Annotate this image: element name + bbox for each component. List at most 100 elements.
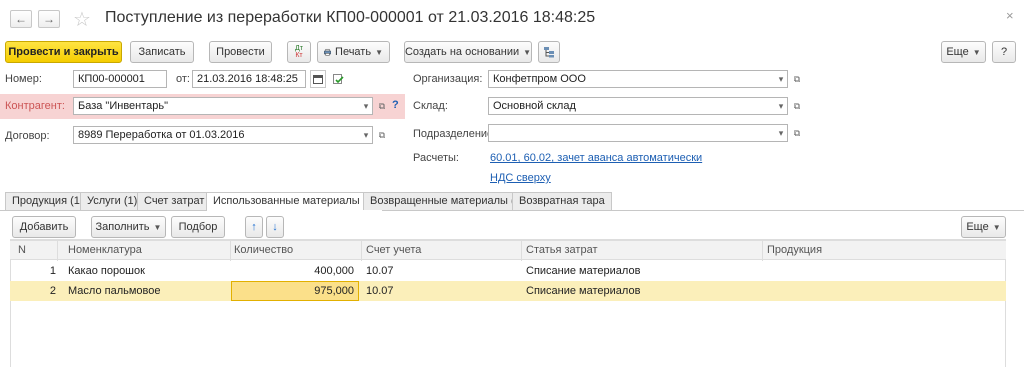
fill-button[interactable]: Заполнить ▼ <box>91 216 166 238</box>
tab-returned-materials[interactable]: Возвращенные материалы (1) <box>363 192 532 210</box>
row-account: 10.07 <box>366 265 394 277</box>
chevron-down-icon: ▼ <box>972 47 981 57</box>
move-up-button[interactable]: ↑ <box>245 216 263 238</box>
close-icon[interactable]: × <box>1006 8 1014 23</box>
tab-cost-account[interactable]: Счет затрат <box>137 192 212 210</box>
row-number: 1 <box>49 265 56 277</box>
favorite-star-icon[interactable]: ☆ <box>73 7 91 32</box>
tabs-baseline <box>0 210 1024 211</box>
vat-link[interactable]: НДС сверху <box>490 172 551 184</box>
tab-returnable-packaging[interactable]: Возвратная тара <box>512 192 612 210</box>
help-question-icon[interactable]: ? <box>392 99 399 111</box>
warehouse-label: Склад: <box>413 100 448 112</box>
printer-icon <box>324 48 332 56</box>
save-button[interactable]: Записать <box>130 41 194 63</box>
number-field[interactable]: КП00-000001 <box>73 70 167 88</box>
row-item: Какао порошок <box>68 265 145 277</box>
tab-used-materials[interactable]: Использованные материалы (2) <box>206 192 384 211</box>
select-button[interactable]: Подбор <box>171 216 225 238</box>
hierarchy-icon <box>544 47 554 58</box>
post-and-close-button[interactable]: Провести и закрыть <box>5 41 122 63</box>
col-divider <box>57 240 58 261</box>
row-number: 2 <box>49 285 56 297</box>
row-quantity: 975,000 <box>314 285 354 297</box>
dt-kt-button[interactable]: Дт Кт <box>287 41 311 63</box>
col-product: Продукция <box>767 244 823 256</box>
contract-label: Договор: <box>5 130 50 142</box>
organization-field[interactable]: Конфетпром ООО <box>488 70 788 88</box>
dt-kt-icon-top: Дт <box>295 45 303 52</box>
chevron-down-icon: ▾ <box>778 100 784 111</box>
move-down-button[interactable]: ↓ <box>266 216 284 238</box>
contract-dropdown[interactable]: ▾ <box>359 126 373 144</box>
counterparty-open-button[interactable]: ⧉ <box>375 97 389 115</box>
col-n: N <box>18 244 26 256</box>
date-field[interactable]: 21.03.2016 18:48:25 <box>192 70 306 88</box>
forward-button[interactable]: → <box>38 10 60 28</box>
open-window-icon: ⧉ <box>378 129 386 140</box>
arrow-down-icon: ↓ <box>272 221 278 233</box>
open-window-icon: ⧉ <box>793 73 801 84</box>
table-more-button[interactable]: Еще ▼ <box>961 216 1006 238</box>
open-window-icon: ⧉ <box>793 127 801 138</box>
row-account: 10.07 <box>366 285 394 297</box>
counterparty-field[interactable]: База "Инвентарь" <box>73 97 373 115</box>
contract-open-button[interactable]: ⧉ <box>375 126 389 144</box>
back-button[interactable]: ← <box>10 10 32 28</box>
settlements-label: Расчеты: <box>413 152 459 164</box>
row-cost-item: Списание материалов <box>526 285 641 297</box>
organization-label: Организация: <box>413 73 483 85</box>
tab-products[interactable]: Продукция (1) <box>5 192 91 210</box>
chevron-down-icon: ▼ <box>523 47 532 57</box>
col-nomenclature: Номенклатура <box>68 244 142 256</box>
fill-label: Заполнить <box>95 221 150 233</box>
open-window-icon: ⧉ <box>378 100 386 111</box>
chevron-down-icon: ▾ <box>778 73 784 84</box>
help-button[interactable]: ? <box>992 41 1016 63</box>
department-open-button[interactable]: ⧉ <box>790 124 804 142</box>
post-button[interactable]: Провести <box>209 41 272 63</box>
table-row[interactable]: 1 Какао порошок 400,000 10.07 Списание м… <box>10 261 1006 281</box>
col-account: Счет учета <box>366 244 422 256</box>
settlements-link[interactable]: 60.01, 60.02, зачет аванса автоматически <box>490 152 702 164</box>
col-quantity: Количество <box>234 244 294 256</box>
more-label: Еще <box>946 46 969 58</box>
counterparty-dropdown[interactable]: ▾ <box>359 97 373 115</box>
window-title: Поступление из переработки КП00-000001 о… <box>105 9 596 26</box>
structure-button[interactable] <box>538 41 560 63</box>
warehouse-field[interactable]: Основной склад <box>488 97 788 115</box>
table-header: N Номенклатура Количество Счет учета Ста… <box>10 240 1006 260</box>
chevron-down-icon: ▼ <box>375 47 383 57</box>
add-button[interactable]: Добавить <box>12 216 76 238</box>
date-label: от: <box>176 73 190 85</box>
chevron-down-icon: ▼ <box>992 222 1001 232</box>
col-divider <box>361 240 362 261</box>
open-window-icon: ⧉ <box>793 100 801 111</box>
warehouse-dropdown[interactable]: ▾ <box>774 97 788 115</box>
organization-dropdown[interactable]: ▾ <box>774 70 788 88</box>
row-cost-item: Списание материалов <box>526 265 641 277</box>
department-label: Подразделение: <box>413 128 497 140</box>
table-more-label: Еще <box>966 221 989 233</box>
create-based-on-button[interactable]: Создать на основании ▼ <box>404 41 532 63</box>
document-check-icon <box>333 73 344 84</box>
warehouse-open-button[interactable]: ⧉ <box>790 97 804 115</box>
row-quantity: 400,000 <box>314 265 354 277</box>
tab-services[interactable]: Услуги (1) <box>80 192 145 210</box>
number-label: Номер: <box>5 73 42 85</box>
organization-open-button[interactable]: ⧉ <box>790 70 804 88</box>
table-row-selected[interactable]: 2 Масло пальмовое 975,000 10.07 Списание… <box>10 281 1006 301</box>
contract-field[interactable]: 8989 Переработка от 01.03.2016 <box>73 126 373 144</box>
department-field[interactable] <box>488 124 788 142</box>
forward-arrow-icon: → <box>43 12 55 26</box>
col-divider <box>230 240 231 261</box>
print-button[interactable]: Печать ▼ <box>317 41 390 63</box>
more-button[interactable]: Еще ▼ <box>941 41 986 63</box>
col-cost-item: Статья затрат <box>526 244 598 256</box>
document-check-button[interactable] <box>332 70 346 88</box>
col-divider <box>762 240 763 261</box>
col-divider <box>521 240 522 261</box>
department-dropdown[interactable]: ▾ <box>774 124 788 142</box>
print-label: Печать <box>335 46 372 58</box>
calendar-button[interactable] <box>310 70 326 88</box>
